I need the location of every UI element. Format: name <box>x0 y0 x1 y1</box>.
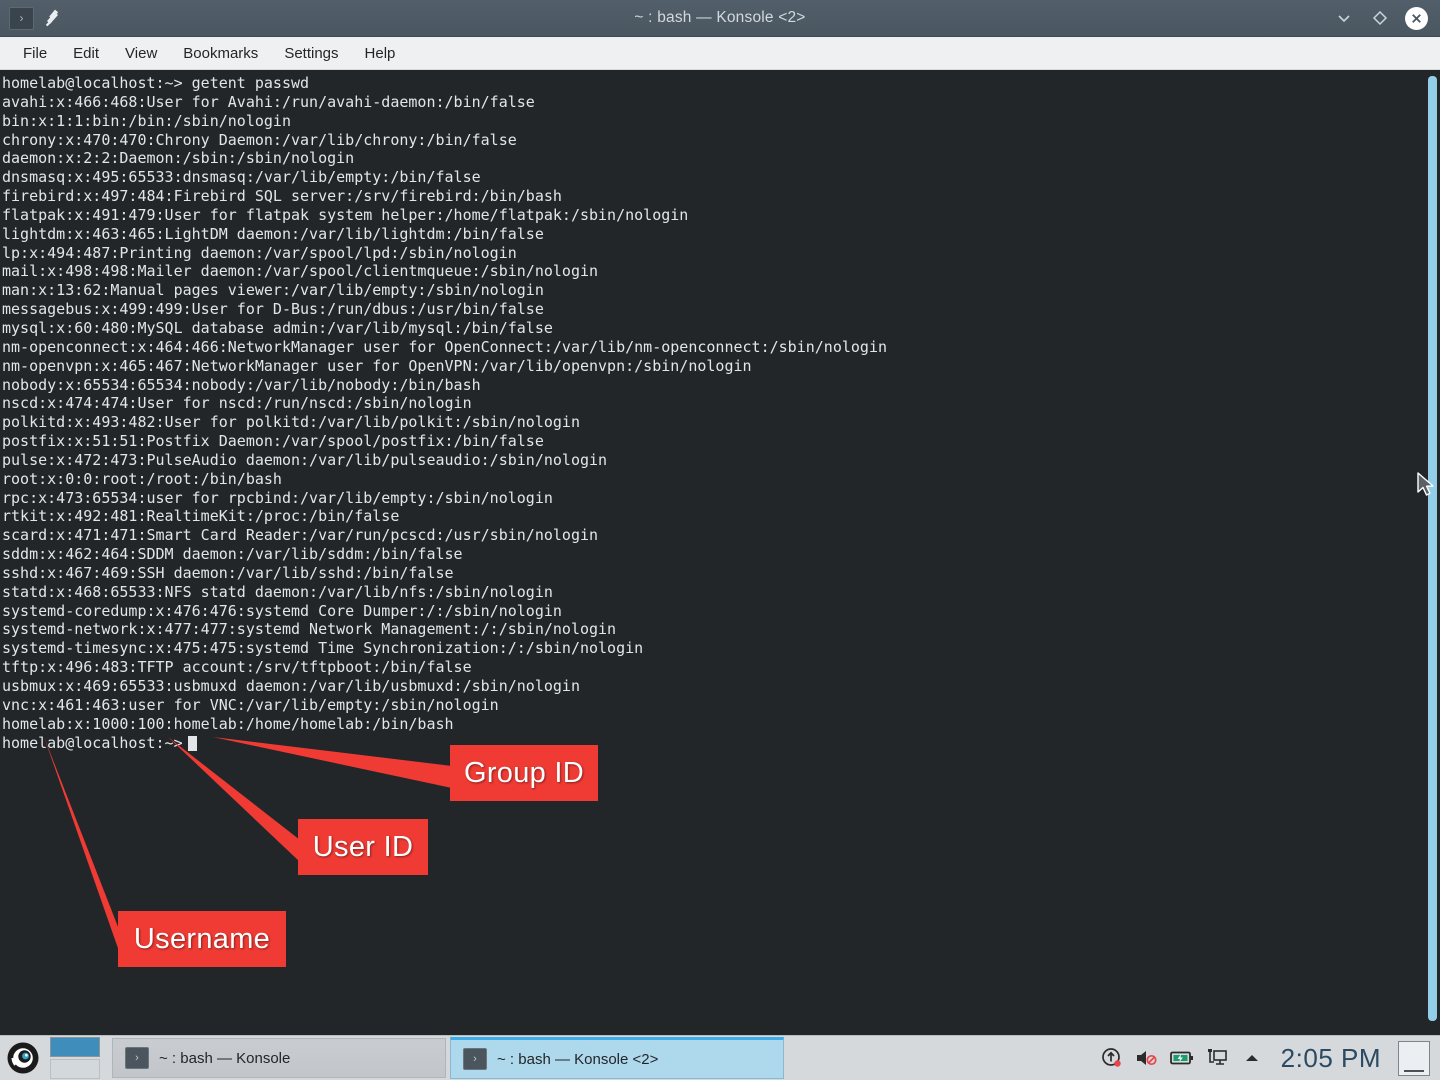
terminal-line: lightdm:x:463:465:LightDM daemon:/var/li… <box>2 224 544 243</box>
terminal-line: sshd:x:467:469:SSH daemon:/var/lib/sshd:… <box>2 563 454 582</box>
terminal-line: vnc:x:461:463:user for VNC:/var/lib/empt… <box>2 695 499 714</box>
terminal-line: nm-openconnect:x:464:466:NetworkManager … <box>2 337 888 356</box>
terminal-line: postfix:x:51:51:Postfix Daemon:/var/spoo… <box>2 432 544 451</box>
terminal-line: scard:x:471:471:Smart Card Reader:/var/r… <box>2 526 599 545</box>
terminal-cursor <box>187 735 197 751</box>
close-icon[interactable] <box>1405 6 1428 30</box>
pager-desktop-2[interactable] <box>50 1059 100 1079</box>
pager-desktop-1[interactable] <box>50 1037 100 1057</box>
terminal-line: dnsmasq:x:495:65533:dnsmasq:/var/lib/emp… <box>2 168 481 187</box>
terminal-line: messagebus:x:499:499:User for D-Bus:/run… <box>2 300 544 319</box>
task-button-konsole-2[interactable]: › ~ : bash — Konsole <2> <box>450 1037 784 1079</box>
terminal-line: lp:x:494:487:Printing daemon:/var/spool/… <box>2 243 517 262</box>
konsole-icon: › <box>463 1048 487 1070</box>
terminal-line: usbmux:x:469:65533:usbmuxd daemon:/var/l… <box>2 677 580 695</box>
menu-item-help[interactable]: Help <box>352 41 409 66</box>
terminal-line: systemd-timesync:x:475:475:systemd Time … <box>2 639 644 658</box>
menu-bar: File Edit View Bookmarks Settings Help <box>0 37 1440 70</box>
volume-muted-icon[interactable] <box>1135 1046 1159 1070</box>
terminal-line: rpc:x:473:65534:user for rpcbind:/var/li… <box>2 488 553 507</box>
task-label: ~ : bash — Konsole <box>159 1049 291 1067</box>
title-bar-left-icons: › <box>0 6 62 30</box>
show-hidden-icons-icon[interactable] <box>1240 1046 1264 1070</box>
terminal-scrollbar[interactable] <box>1424 70 1440 1036</box>
terminal-line: statd:x:468:65533:NFS statd daemon:/var/… <box>2 582 553 601</box>
konsole-window: › ~ : bash — Konsole <2> File Edit View … <box>0 0 1440 1036</box>
terminal-line: nobody:x:65534:65534:nobody:/var/lib/nob… <box>2 375 481 394</box>
terminal-line: systemd-coredump:x:476:476:systemd Core … <box>2 601 562 620</box>
prompt-text: homelab@localhost:~> <box>2 733 183 752</box>
konsole-icon[interactable]: › <box>9 6 34 30</box>
terminal-line: daemon:x:2:2:Daemon:/sbin:/sbin/nologin <box>2 149 355 168</box>
system-tray: 2:05 PM <box>1100 1040 1440 1076</box>
software-update-icon[interactable] <box>1100 1046 1124 1070</box>
menu-item-file[interactable]: File <box>10 41 60 66</box>
terminal-line: chrony:x:470:470:Chrony Daemon:/var/lib/… <box>2 130 517 149</box>
terminal-line: tftp:x:496:483:TFTP account:/srv/tftpboo… <box>2 658 472 677</box>
title-bar: › ~ : bash — Konsole <2> <box>0 0 1440 37</box>
network-display-icon[interactable] <box>1205 1046 1229 1070</box>
terminal-line: nscd:x:474:474:User for nscd:/run/nscd:/… <box>2 394 472 413</box>
terminal-line: mysql:x:60:480:MySQL database admin:/var… <box>2 318 553 337</box>
terminal-line: polkitd:x:493:482:User for polkitd:/var/… <box>2 413 580 432</box>
terminal-line: homelab@localhost:~> getent passwd <box>2 74 310 92</box>
clock[interactable]: 2:05 PM <box>1275 1043 1387 1074</box>
diamond-icon[interactable] <box>1369 7 1391 29</box>
terminal-line: man:x:13:62:Manual pages viewer:/var/lib… <box>2 281 544 300</box>
virtual-desktop-pager[interactable] <box>46 1037 104 1079</box>
scrollbar-thumb[interactable] <box>1428 76 1437 1021</box>
menu-item-settings[interactable]: Settings <box>271 41 351 66</box>
terminal-line: firebird:x:497:484:Firebird SQL server:/… <box>2 187 562 206</box>
terminal-area[interactable]: homelab@localhost:~> getent passwd avahi:… <box>0 70 1440 1036</box>
opensuse-chameleon-icon[interactable] <box>0 1036 46 1080</box>
task-button-konsole-1[interactable]: › ~ : bash — Konsole <box>112 1038 446 1078</box>
terminal-line: bin:x:1:1:bin:/bin:/sbin/nologin <box>2 111 291 130</box>
window-title: ~ : bash — Konsole <2> <box>634 9 806 26</box>
terminal-line: mail:x:498:498:Mailer daemon:/var/spool/… <box>2 262 599 281</box>
taskbar: › ~ : bash — Konsole › ~ : bash — Konsol… <box>0 1035 1440 1080</box>
terminal-prompt-line: homelab@localhost:~> <box>2 734 1440 753</box>
menu-item-view[interactable]: View <box>112 41 170 66</box>
window-controls <box>1333 6 1440 30</box>
terminal-output: homelab@localhost:~> getent passwd avahi:… <box>0 70 1440 1036</box>
terminal-line: root:x:0:0:root:/root:/bin/bash <box>2 469 282 488</box>
task-list: › ~ : bash — Konsole › ~ : bash — Konsol… <box>104 1037 1100 1079</box>
terminal-line: sddm:x:462:464:SDDM daemon:/var/lib/sddm… <box>2 545 463 564</box>
terminal-line: avahi:x:466:468:User for Avahi:/run/avah… <box>2 92 535 111</box>
task-label: ~ : bash — Konsole <2> <box>497 1050 659 1068</box>
terminal-line: flatpak:x:491:479:User for flatpak syste… <box>2 205 689 224</box>
menu-item-edit[interactable]: Edit <box>60 41 112 66</box>
menu-item-bookmarks[interactable]: Bookmarks <box>170 41 271 66</box>
chevron-down-icon[interactable] <box>1333 7 1355 29</box>
terminal-line: homelab:x:1000:100:homelab:/home/homelab… <box>2 714 454 733</box>
terminal-line: pulse:x:472:473:PulseAudio daemon:/var/l… <box>2 450 608 469</box>
show-desktop-icon[interactable] <box>1398 1040 1430 1076</box>
terminal-line: rtkit:x:492:481:RealtimeKit:/proc:/bin/f… <box>2 507 400 526</box>
battery-charging-icon[interactable] <box>1169 1046 1194 1070</box>
terminal-line: nm-openvpn:x:465:467:NetworkManager user… <box>2 356 752 375</box>
pin-icon[interactable] <box>44 8 62 28</box>
konsole-icon: › <box>125 1047 149 1069</box>
terminal-line: systemd-network:x:477:477:systemd Networ… <box>2 620 617 639</box>
